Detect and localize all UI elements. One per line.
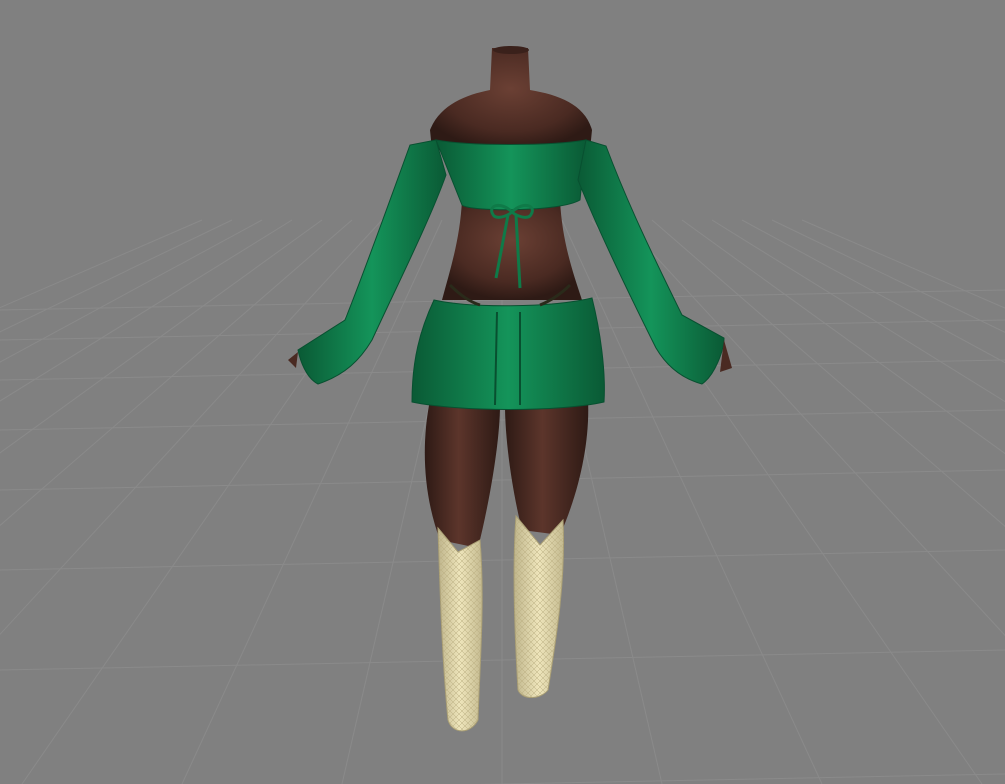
- floor-grid: [0, 219, 1005, 784]
- grid-line: [771, 219, 1005, 333]
- viewport-canvas[interactable]: [0, 0, 1005, 784]
- model-crop-top: [435, 139, 587, 211]
- model-skirt: [411, 297, 605, 410]
- grid-line: [0, 219, 233, 333]
- model-boots: [437, 514, 565, 732]
- grid-line: [801, 219, 1005, 309]
- grid-line: [0, 219, 263, 363]
- grid-line: [711, 219, 1005, 403]
- 3d-model[interactable]: [288, 46, 732, 732]
- grid-line: [0, 219, 203, 309]
- 3d-viewport[interactable]: [0, 0, 1005, 784]
- grid-line: [561, 219, 823, 784]
- grid-line: [741, 219, 1005, 364]
- grid-line: [681, 219, 1005, 455]
- grid-line: [0, 219, 353, 527]
- grid-line: [181, 219, 443, 784]
- grid-line: [651, 219, 1005, 527]
